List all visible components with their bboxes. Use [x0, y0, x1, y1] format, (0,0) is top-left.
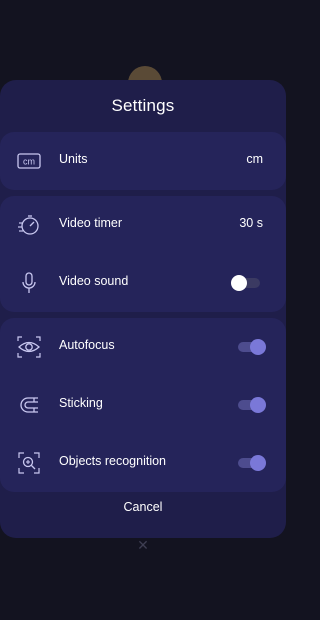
- timer-icon: [15, 211, 43, 239]
- settings-row-units[interactable]: cm Units cm: [0, 132, 286, 190]
- video-timer-label: Video timer: [59, 216, 122, 230]
- objects-recognition-toggle[interactable]: [238, 455, 266, 471]
- settings-row-sticking[interactable]: Sticking: [0, 376, 286, 434]
- units-value: cm: [246, 152, 263, 166]
- settings-dialog: Settings cm Units cm Video timer 30 s Vi…: [0, 80, 286, 538]
- microphone-icon: [15, 269, 43, 297]
- magnet-icon: [15, 391, 43, 419]
- autofocus-label: Autofocus: [59, 338, 115, 352]
- settings-row-video-timer[interactable]: Video timer 30 s: [0, 196, 286, 254]
- eye-focus-icon: [15, 333, 43, 361]
- sticking-label: Sticking: [59, 396, 103, 410]
- video-sound-label: Video sound: [59, 274, 129, 288]
- settings-group-camera: Autofocus Sticking Objects recognition: [0, 318, 286, 492]
- video-timer-value: 30 s: [239, 216, 263, 230]
- toggle-knob: [250, 339, 266, 355]
- video-sound-toggle[interactable]: [231, 275, 260, 291]
- toggle-knob: [250, 455, 266, 471]
- autofocus-toggle[interactable]: [238, 339, 266, 355]
- units-label: Units: [59, 152, 88, 166]
- dialog-title: Settings: [111, 96, 175, 115]
- settings-row-objects-recognition[interactable]: Objects recognition: [0, 434, 286, 492]
- svg-text:cm: cm: [23, 157, 35, 167]
- cm-ruler-icon: cm: [15, 147, 43, 175]
- settings-row-autofocus[interactable]: Autofocus: [0, 318, 286, 376]
- objects-recognition-label: Objects recognition: [59, 454, 167, 468]
- object-scan-icon: [15, 449, 43, 477]
- toggle-knob: [231, 275, 247, 291]
- sticking-toggle[interactable]: [238, 397, 266, 413]
- settings-row-video-sound[interactable]: Video sound: [0, 254, 286, 312]
- settings-group-units: cm Units cm: [0, 132, 286, 190]
- settings-group-video: Video timer 30 s Video sound: [0, 196, 286, 312]
- background-close-icon: ✕: [137, 537, 149, 553]
- toggle-knob: [250, 397, 266, 413]
- cancel-button[interactable]: Cancel: [0, 500, 286, 514]
